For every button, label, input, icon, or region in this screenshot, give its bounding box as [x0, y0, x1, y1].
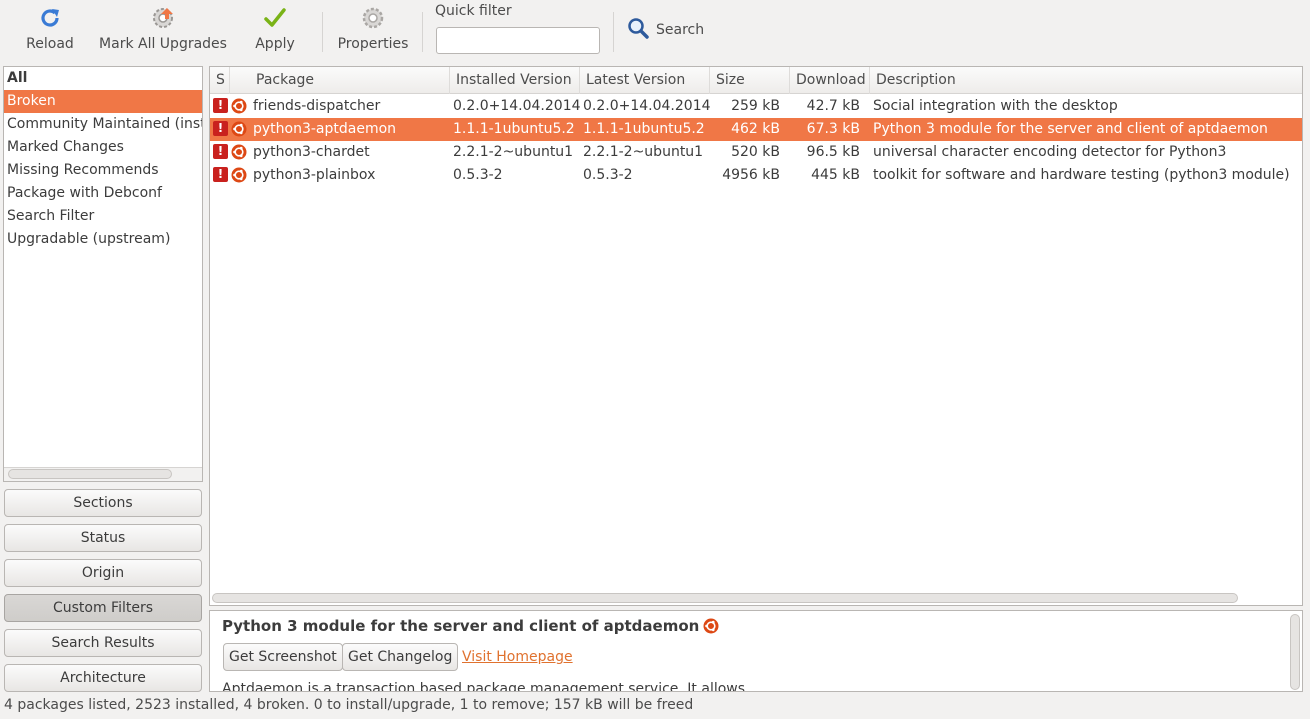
cell-package: python3-aptdaemon [253, 121, 397, 137]
cell-latest-version: 1.1.1-1ubuntu5.2 [583, 121, 705, 137]
cell-latest-version: 0.5.3-2 [583, 167, 633, 183]
cell-installed-version: 2.2.1-2~ubuntu1 [453, 144, 574, 160]
column-header-download[interactable]: Download [790, 67, 870, 94]
cell-description: Social integration with the desktop [873, 98, 1118, 114]
row-status-icons: ! [213, 144, 247, 160]
toolbar-separator [322, 12, 323, 52]
package-table[interactable]: S Package Installed Version Latest Versi… [209, 66, 1303, 606]
package-details-pane: Python 3 module for the server and clien… [209, 610, 1303, 692]
reload-label: Reload [26, 36, 74, 52]
quick-filter-input[interactable] [436, 27, 600, 54]
mark-all-upgrades-label: Mark All Upgrades [99, 36, 227, 52]
filter-item-all[interactable]: All [4, 67, 202, 90]
column-header-installed-version[interactable]: Installed Version [450, 67, 580, 94]
cell-description: universal character encoding detector fo… [873, 144, 1227, 160]
toolbar-separator [613, 12, 614, 52]
column-header-size[interactable]: Size [710, 67, 790, 94]
details-vertical-scrollbar[interactable] [1290, 614, 1300, 690]
quick-filter-label: Quick filter [435, 3, 512, 19]
filter-item-search-filter[interactable]: Search Filter [4, 205, 202, 228]
ubuntu-logo-icon [231, 121, 247, 137]
get-screenshot-button[interactable]: Get Screenshot [223, 643, 343, 671]
cell-download: 445 kB [811, 167, 860, 183]
ubuntu-logo-icon [703, 618, 719, 634]
filter-item-package-with-debconf[interactable]: Package with Debconf [4, 182, 202, 205]
search-magnifier-icon [626, 16, 650, 44]
column-header-package[interactable]: Package [250, 67, 450, 94]
cell-download: 96.5 kB [806, 144, 860, 160]
sections-button[interactable]: Sections [4, 489, 202, 517]
properties-button[interactable]: Properties [335, 0, 411, 62]
search-label: Search [656, 22, 705, 38]
column-header-description[interactable]: Description [870, 67, 1302, 94]
row-status-icons: ! [213, 98, 247, 114]
search-results-button[interactable]: Search Results [4, 629, 202, 657]
cell-size: 462 kB [731, 121, 780, 137]
column-header-status[interactable]: S [210, 67, 230, 94]
toolbar: Reload Mark All Upgrades Apply Propertie… [0, 0, 1310, 64]
column-header-latest-version[interactable]: Latest Version [580, 67, 710, 94]
mark-all-upgrades-button[interactable]: Mark All Upgrades [98, 0, 228, 62]
mark-upgrades-icon [151, 6, 175, 30]
table-header: S Package Installed Version Latest Versi… [210, 67, 1302, 94]
apply-button[interactable]: Apply [248, 0, 302, 62]
cell-download: 42.7 kB [806, 98, 860, 114]
search-button[interactable]: Search [626, 16, 704, 44]
broken-exclamation-icon: ! [213, 98, 228, 113]
origin-button[interactable]: Origin [4, 559, 202, 587]
reload-button[interactable]: Reload [22, 0, 78, 62]
details-title: Python 3 module for the server and clien… [222, 617, 719, 635]
cell-package: friends-dispatcher [253, 98, 381, 114]
table-row[interactable]: ! python3-chardet 2.2.1-2~ubuntu1 2.2.1-… [210, 141, 1302, 164]
cell-installed-version: 0.2.0+14.04.20140217.1-0ubuntu1 [453, 98, 580, 114]
cell-package: python3-plainbox [253, 167, 376, 183]
filter-list[interactable]: All Broken Community Maintained (install… [3, 66, 203, 482]
broken-exclamation-icon: ! [213, 121, 228, 136]
filter-item-upgradable-upstream[interactable]: Upgradable (upstream) [4, 228, 202, 251]
broken-exclamation-icon: ! [213, 167, 228, 182]
details-description-text: Aptdaemon is a transaction based package… [222, 681, 746, 692]
custom-filters-button[interactable]: Custom Filters [4, 594, 202, 622]
cell-size: 520 kB [731, 144, 780, 160]
cell-installed-version: 0.5.3-2 [453, 167, 503, 183]
reload-icon [38, 6, 62, 30]
row-status-icons: ! [213, 167, 247, 183]
cell-description: toolkit for software and hardware testin… [873, 167, 1290, 183]
properties-gear-icon [361, 6, 385, 30]
ubuntu-logo-icon [231, 98, 247, 114]
filter-item-community-maintained[interactable]: Community Maintained (installable) [4, 113, 202, 136]
visit-homepage-link[interactable]: Visit Homepage [462, 649, 573, 665]
apply-checkmark-icon [263, 6, 287, 30]
table-row[interactable]: ! python3-plainbox 0.5.3-2 0.5.3-2 4956 … [210, 164, 1302, 187]
status-bar: 4 packages listed, 2523 installed, 4 bro… [0, 692, 1310, 719]
get-changelog-button[interactable]: Get Changelog [342, 643, 459, 671]
cell-description: Python 3 module for the server and clien… [873, 121, 1268, 137]
cell-package: python3-chardet [253, 144, 370, 160]
status-bar-text: 4 packages listed, 2523 installed, 4 bro… [4, 697, 694, 713]
table-row[interactable]: ! friends-dispatcher 0.2.0+14.04.2014021… [210, 95, 1302, 118]
details-title-text: Python 3 module for the server and clien… [222, 617, 700, 635]
cell-size: 259 kB [731, 98, 780, 114]
table-row-selected[interactable]: ! python3-aptdaemon 1.1.1-1ubuntu5.2 1.1… [210, 118, 1302, 141]
properties-label: Properties [337, 36, 409, 52]
architecture-button[interactable]: Architecture [4, 664, 202, 692]
cell-latest-version: 0.2.0+14.04.20140217.1-0ubuntu1 [583, 98, 710, 114]
filter-item-broken[interactable]: Broken [4, 90, 202, 113]
cell-latest-version: 2.2.1-2~ubuntu1 [583, 144, 704, 160]
filter-item-missing-recommends[interactable]: Missing Recommends [4, 159, 202, 182]
ubuntu-logo-icon [231, 167, 247, 183]
ubuntu-logo-icon [231, 144, 247, 160]
cell-installed-version: 1.1.1-1ubuntu5.2 [453, 121, 575, 137]
table-horizontal-scrollbar[interactable] [212, 593, 1238, 603]
filter-item-marked-changes[interactable]: Marked Changes [4, 136, 202, 159]
toolbar-separator [422, 12, 423, 52]
broken-exclamation-icon: ! [213, 144, 228, 159]
filter-list-scrollbar[interactable] [8, 469, 172, 479]
row-status-icons: ! [213, 121, 247, 137]
cell-download: 67.3 kB [806, 121, 860, 137]
status-button[interactable]: Status [4, 524, 202, 552]
cell-size: 4956 kB [722, 167, 780, 183]
apply-label: Apply [255, 36, 295, 52]
